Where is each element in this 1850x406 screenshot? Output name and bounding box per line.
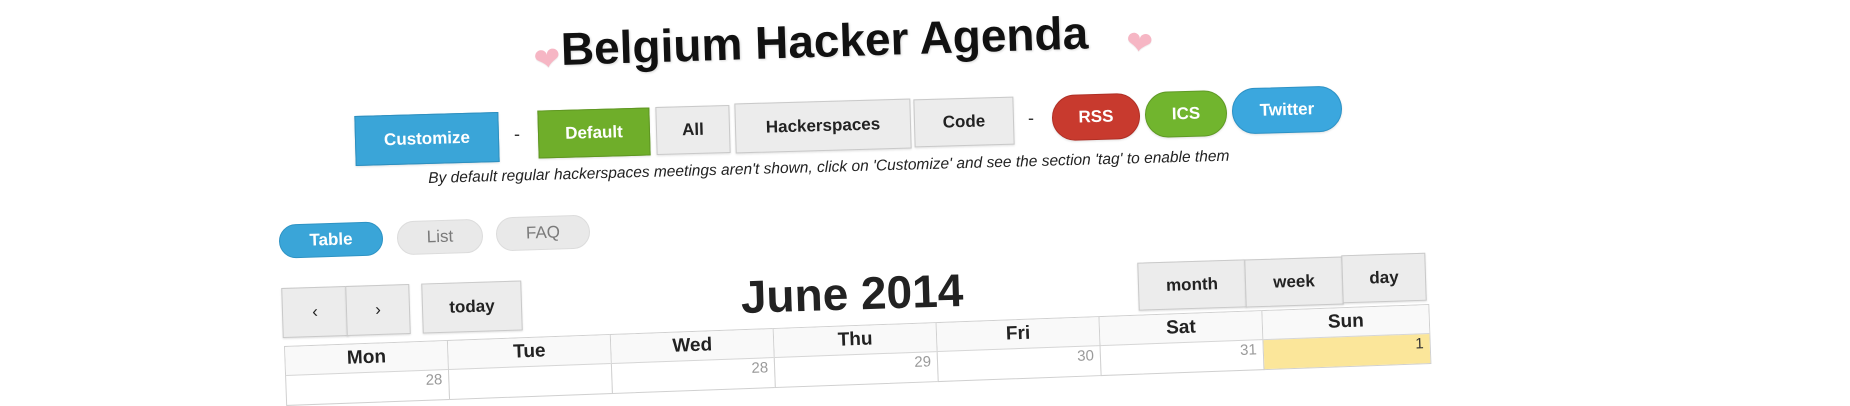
tab-list[interactable]: List <box>396 218 484 256</box>
heart-right-icon: ❤ <box>1124 23 1155 63</box>
day-column-sat: Sat 31 <box>1098 310 1265 377</box>
calendar-today-button[interactable]: today <box>421 280 523 334</box>
calendar-title: June 2014 <box>740 264 965 323</box>
day-column-mon: Mon 28 <box>284 339 451 406</box>
day-header: Wed <box>610 329 774 364</box>
page-title: Belgium Hacker Agenda <box>560 6 1089 75</box>
tab-faq[interactable]: FAQ <box>495 214 591 252</box>
day-number[interactable]: 28 <box>751 359 768 377</box>
day-header: Sun <box>1262 305 1430 341</box>
calendar-next-button[interactable]: › <box>345 284 411 336</box>
day-column-tue: Tue <box>446 334 613 400</box>
heart-left-icon: ❤ <box>531 39 564 79</box>
customize-button[interactable]: Customize <box>354 111 500 167</box>
day-number[interactable]: 29 <box>914 353 931 371</box>
filter-default-button[interactable]: Default <box>537 107 651 159</box>
toolbar-separator-2: - <box>1028 108 1034 128</box>
twitter-button[interactable]: Twitter <box>1231 85 1343 135</box>
calendar-prev-button[interactable]: ‹ <box>281 285 349 339</box>
view-month-button[interactable]: month <box>1137 259 1247 311</box>
filter-code-button[interactable]: Code <box>913 96 1015 148</box>
day-header: Sat <box>1099 311 1263 347</box>
toolbar-separator: - <box>514 124 520 144</box>
view-day-button[interactable]: day <box>1341 252 1427 304</box>
chevron-left-icon: ‹ <box>311 301 319 322</box>
filter-all-button[interactable]: All <box>655 104 731 156</box>
tab-table[interactable]: Table <box>278 221 384 259</box>
ics-feed-button[interactable]: ICS <box>1144 89 1228 139</box>
day-header: Thu <box>773 323 937 359</box>
day-header: Fri <box>936 317 1100 353</box>
view-week-button[interactable]: week <box>1244 256 1344 308</box>
day-number[interactable]: 31 <box>1240 341 1257 359</box>
rss-feed-button[interactable]: RSS <box>1051 92 1141 142</box>
day-header: Mon <box>285 341 448 376</box>
day-number[interactable]: 30 <box>1077 347 1094 365</box>
day-column-sun: Sun 1 <box>1261 304 1432 371</box>
day-column-fri: Fri 30 <box>935 316 1102 383</box>
day-column-wed: Wed 28 <box>609 328 776 395</box>
day-column-thu: Thu 29 <box>772 322 939 389</box>
page: ❤ Belgium Hacker Agenda ❤ Customize - De… <box>0 0 1850 406</box>
chevron-right-icon: › <box>374 299 382 320</box>
day-number-today[interactable]: 1 <box>1415 335 1424 352</box>
day-number[interactable]: 28 <box>425 371 442 389</box>
filter-hackerspaces-button[interactable]: Hackerspaces <box>734 98 912 154</box>
day-header: Tue <box>447 335 611 370</box>
